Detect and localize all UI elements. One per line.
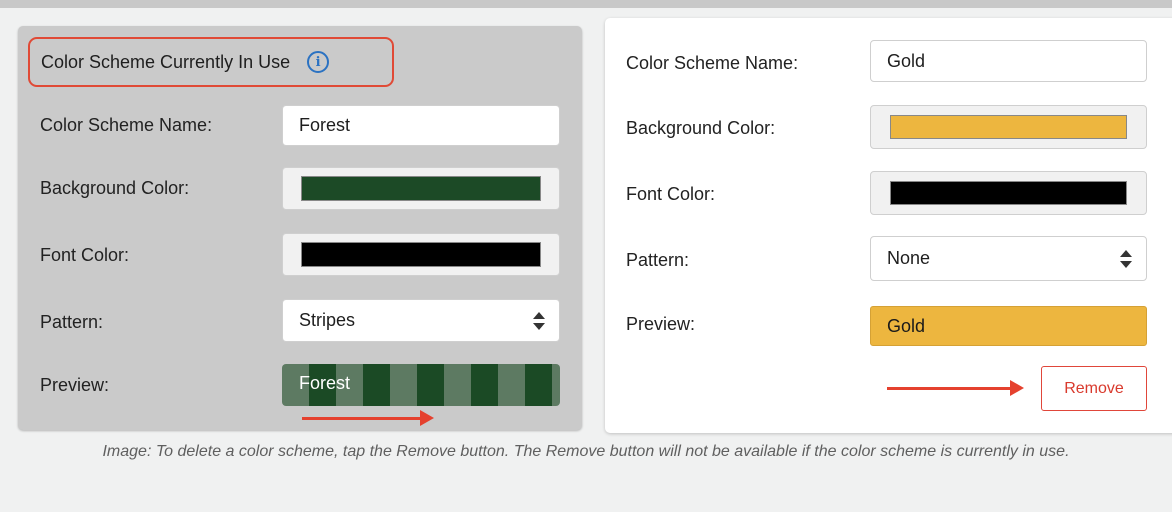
current-scheme-heading: Color Scheme Currently In Use i [28,37,394,87]
background-color-picker[interactable] [870,105,1147,149]
pattern-label: Pattern: [40,312,104,332]
preview-label: Preview: [626,314,696,334]
select-arrows-icon [533,311,545,330]
background-color-swatch [301,176,541,201]
font-color-label: Font Color: [626,184,716,204]
scheme-name-field[interactable]: Forest [282,105,560,146]
background-color-label: Background Color: [626,118,776,138]
current-scheme-heading-text: Color Scheme Currently In Use [41,51,291,72]
top-border [0,0,1172,8]
remove-button[interactable]: Remove [1041,366,1147,411]
preview-label: Preview: [40,375,110,395]
font-color-picker[interactable] [870,171,1147,215]
pattern-select[interactable]: Stripes [282,299,560,342]
scheme-name-label: Color Scheme Name: [40,115,213,135]
preview-text: Gold [887,315,926,336]
select-arrows-icon [1120,249,1132,268]
background-color-picker[interactable] [282,167,560,210]
preview-swatch: Forest [282,364,560,406]
info-icon[interactable]: i [307,51,330,73]
preview-text: Forest [299,373,351,393]
font-color-swatch [301,242,541,267]
current-scheme-panel: Color Scheme Currently In Use i Color Sc… [18,26,582,430]
scheme-name-label: Color Scheme Name: [626,53,799,73]
pattern-label: Pattern: [626,250,690,270]
font-color-label: Font Color: [40,245,130,265]
pattern-select-value: Stripes [299,310,356,330]
scheme-name-field[interactable]: Gold [870,40,1147,82]
annotation-arrow [887,380,1024,396]
font-color-picker[interactable] [282,233,560,276]
gold-scheme-panel: Color Scheme Name: Gold Background Color… [605,18,1172,433]
background-color-label: Background Color: [40,178,190,198]
image-caption: Image: To delete a color scheme, tap the… [102,443,1070,460]
background-color-swatch [890,115,1127,139]
font-color-swatch [890,181,1127,205]
pattern-select[interactable]: None [870,236,1147,281]
preview-swatch: Gold [870,306,1147,346]
pattern-select-value: None [887,248,931,268]
annotation-arrow [302,410,434,426]
